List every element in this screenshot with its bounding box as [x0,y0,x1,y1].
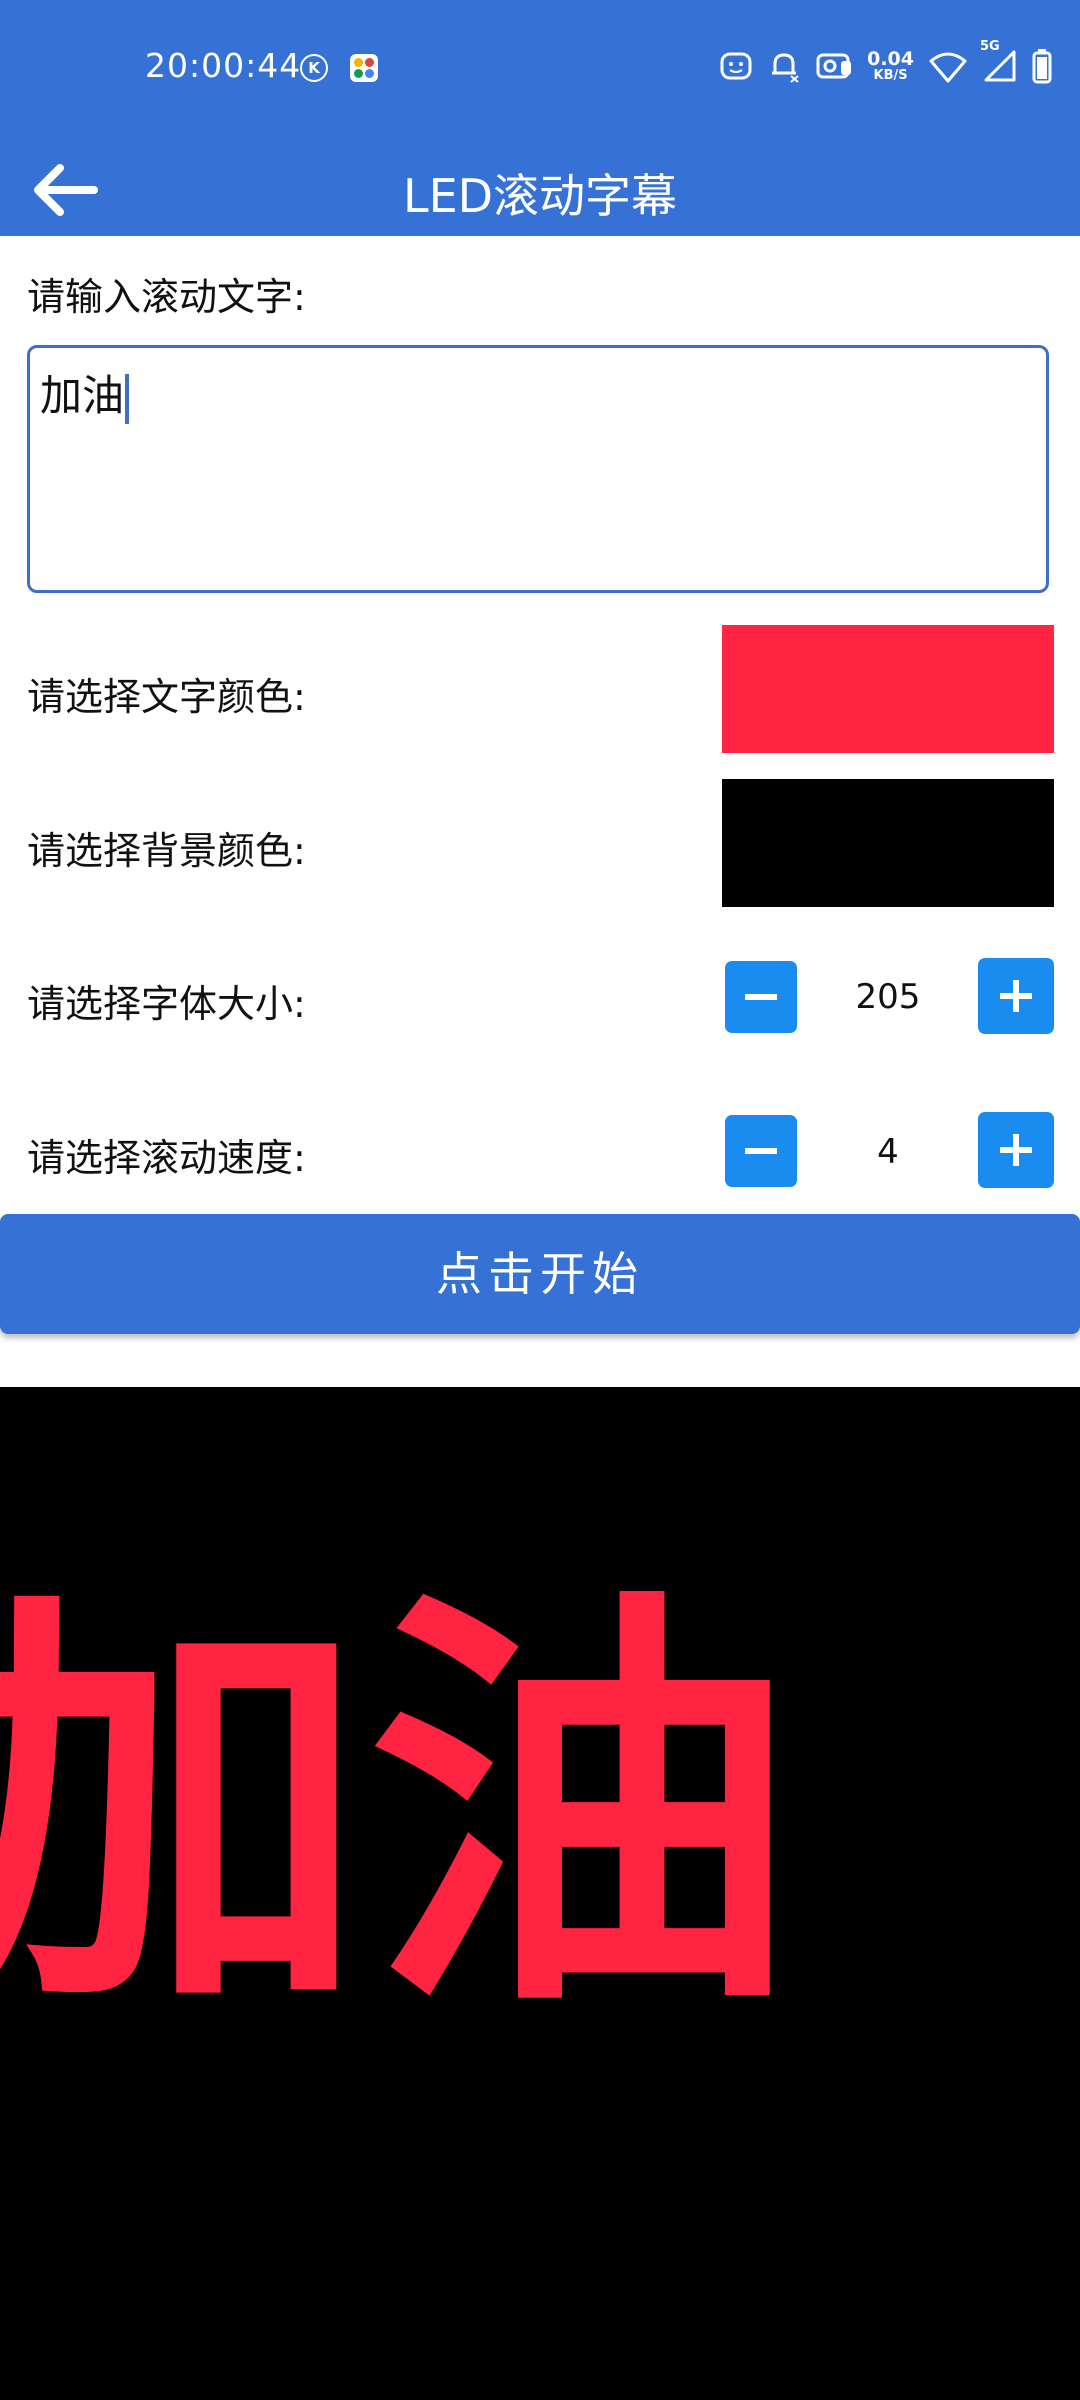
status-bar: 20:00:44 K 0.04 KB/S 5G [0,0,1080,136]
font-size-value: 205 [855,977,921,1017]
scroll-speed-label: 请选择滚动速度: [27,1136,306,1180]
net-speed-unit: KB/S [873,68,908,83]
text-input-label: 请输入滚动文字: [27,275,306,319]
text-color-label: 请选择文字颜色: [27,675,306,719]
status-time: 20:00:44 [145,46,302,85]
minus-icon [745,994,777,1000]
k-icon: K [300,54,328,82]
app-icon [350,54,378,82]
font-size-increase-button[interactable] [978,958,1054,1034]
scroll-speed-value: 4 [877,1132,899,1172]
speed-decrease-button[interactable] [725,1115,797,1187]
text-color-swatch[interactable] [722,625,1054,753]
app-title: LED滚动字幕 [402,169,678,223]
app-bar: LED滚动字幕 [0,136,1080,236]
signal-icon [984,50,1016,82]
signal-group: 5G [980,39,1018,83]
led-preview: 加油 [0,1387,1080,2400]
net-speed-value: 0.04 [867,48,914,70]
sim-icon [816,53,852,79]
scroll-text-value: 加油 [40,371,125,420]
speed-increase-button[interactable] [978,1112,1054,1188]
net-speed: 0.04 KB/S [867,48,914,83]
face-icon [720,52,752,80]
status-right-icons: 0.04 KB/S 5G [719,39,1052,84]
bg-color-label: 请选择背景颜色: [27,829,306,873]
led-preview-text: 加油 [0,1560,797,2060]
bell-muted-icon [772,53,799,83]
bg-color-swatch[interactable] [722,779,1054,907]
font-size-label: 请选择字体大小: [27,982,306,1026]
wifi-icon [929,52,967,83]
status-left-icons: K [300,54,378,82]
battery-icon [1032,49,1052,84]
text-caret [125,373,130,424]
network-badge: 5G [980,39,1000,54]
minus-icon [745,1148,777,1154]
font-size-decrease-button[interactable] [725,961,797,1033]
scroll-text-input[interactable]: 加油 [27,345,1049,593]
start-button[interactable]: 点击开始 [0,1214,1080,1334]
